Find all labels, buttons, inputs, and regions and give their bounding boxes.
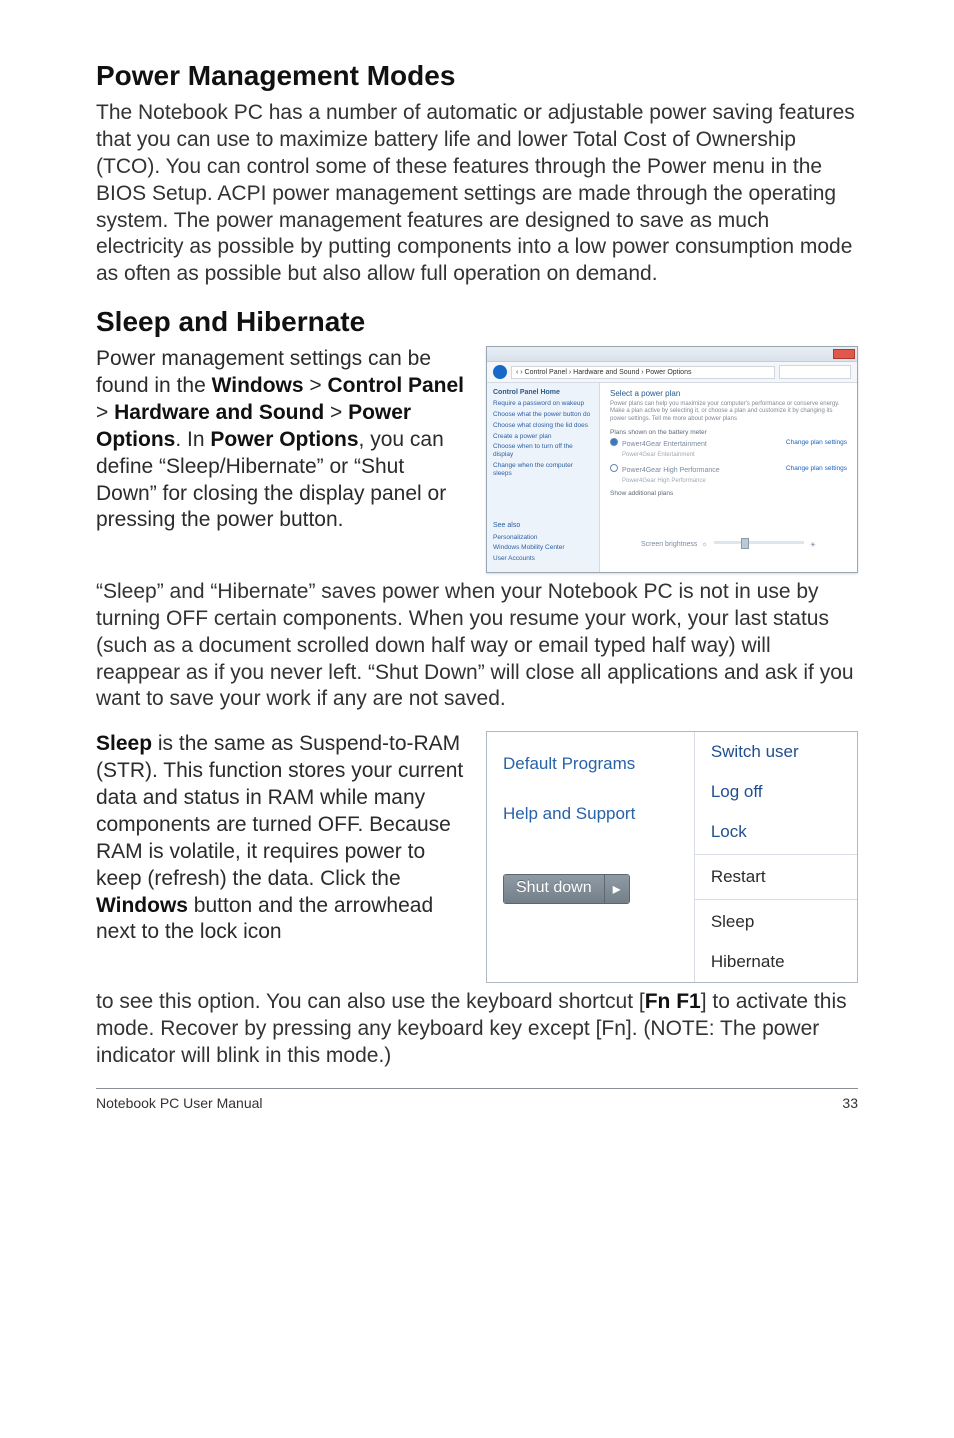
start-right-item: Lock xyxy=(695,812,857,852)
brightness-slider xyxy=(714,541,804,544)
plan-option-sub: Power4Gear High Performance xyxy=(622,478,847,484)
plan-option: Power4Gear High Performance xyxy=(622,467,720,474)
heading-power-management: Power Management Modes xyxy=(96,60,858,92)
change-plan-link: Change plan settings xyxy=(786,439,847,446)
footer-page-number: 33 xyxy=(842,1095,858,1111)
shutdown-split-button: Shut down ▸ xyxy=(503,874,630,904)
start-right-item: Hibernate xyxy=(695,942,857,982)
sidebar-link: Require a password on wakeup xyxy=(493,400,593,408)
sidebar-link: Choose what the power button do xyxy=(493,411,593,419)
breadcrumb: ‹ › Control Panel › Hardware and Sound ›… xyxy=(511,366,775,379)
search-input xyxy=(779,365,851,379)
start-right-item: Sleep xyxy=(695,902,857,942)
sidebar-link: Choose when to turn off the display xyxy=(493,443,593,459)
start-left-item: Default Programs xyxy=(503,748,694,780)
paragraph-intro: The Notebook PC has a number of automati… xyxy=(96,100,858,288)
heading-sleep-hibernate: Sleep and Hibernate xyxy=(96,306,858,338)
shutdown-button: Shut down xyxy=(504,875,604,903)
see-also-label: See also xyxy=(493,518,593,531)
radio-icon xyxy=(610,438,618,446)
paragraph-sleep-desc: “Sleep” and “Hibernate” saves power when… xyxy=(96,579,858,713)
sidebar-link: Choose what closing the lid does xyxy=(493,422,593,430)
footer-manual-title: Notebook PC User Manual xyxy=(96,1095,263,1111)
plan-option: Power4Gear Entertainment xyxy=(622,441,707,448)
paragraph-sleep-str: Sleep is the same as Suspend-to-RAM (STR… xyxy=(96,731,468,946)
sidebar-header: Control Panel Home xyxy=(493,389,593,396)
start-menu-screenshot: Default Programs Help and Support Shut d… xyxy=(486,731,858,983)
plan-group-label: Plans shown on the battery meter xyxy=(610,429,847,436)
paragraph-shortcut: to see this option. You can also use the… xyxy=(96,989,858,1070)
panel-title: Select a power plan xyxy=(610,389,847,398)
change-plan-link: Change plan settings xyxy=(786,465,847,472)
close-icon xyxy=(833,349,855,359)
chevron-right-icon: ▸ xyxy=(604,875,629,903)
sidebar-link: Create a power plan xyxy=(493,433,593,441)
see-also-link: Personalization xyxy=(493,534,593,542)
radio-icon xyxy=(610,464,618,472)
sidebar-link: Change when the computer sleeps xyxy=(493,462,593,478)
power-options-screenshot: ‹ › Control Panel › Hardware and Sound ›… xyxy=(486,346,858,573)
see-also-link: Windows Mobility Center xyxy=(493,544,593,552)
start-right-item: Switch user xyxy=(695,732,857,772)
start-left-item: Help and Support xyxy=(503,798,694,830)
start-right-item: Log off xyxy=(695,772,857,812)
panel-desc: Power plans can help you maximize your c… xyxy=(610,401,847,423)
brightness-label: Screen brightness xyxy=(641,541,697,549)
start-right-item: Restart xyxy=(695,857,857,897)
nav-back-icon xyxy=(493,365,507,379)
see-also-link: User Accounts xyxy=(493,555,593,563)
show-more-plans: Show additional plans xyxy=(610,490,847,497)
paragraph-sleephib-where: Power management settings can be found i… xyxy=(96,346,468,534)
plan-option-sub: Power4Gear Entertainment xyxy=(622,452,847,458)
